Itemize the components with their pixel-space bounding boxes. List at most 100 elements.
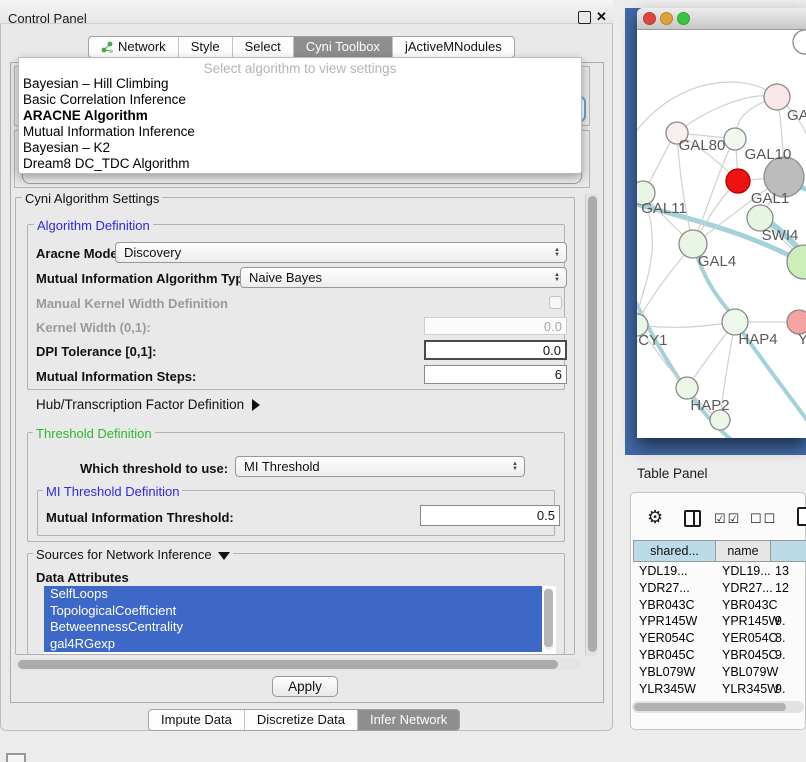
table-cell: YDR27...: [722, 580, 773, 597]
column-header-shared[interactable]: shared...: [633, 540, 716, 562]
table-panel-title: Table Panel: [637, 466, 708, 481]
tab-style[interactable]: Style: [179, 37, 233, 57]
apply-button[interactable]: Apply: [272, 676, 338, 697]
table-cell: YER054C: [639, 630, 695, 647]
tab-cyni-toolbox[interactable]: Cyni Toolbox: [294, 37, 393, 57]
dpi-tolerance-label: DPI Tolerance [0,1]:: [36, 344, 156, 359]
table-row[interactable]: YBR043C YBR043C: [632, 597, 806, 614]
float-window-icon[interactable]: [578, 11, 591, 24]
data-attributes-label: Data Attributes: [36, 570, 129, 585]
mi-threshold-title: MI Threshold Definition: [43, 484, 182, 499]
settings-horizontal-scrollbar[interactable]: [14, 658, 580, 671]
algorithm-option[interactable]: Bayesian – K2: [19, 140, 581, 156]
attribute-item[interactable]: SelfLoops: [44, 586, 542, 603]
manual-kernel-checkbox: [549, 296, 562, 309]
table-cell: 12: [775, 580, 789, 597]
table-cell: YDL19...: [639, 563, 688, 580]
network-window-titlebar[interactable]: [637, 8, 806, 30]
table-cell: YER054C: [722, 630, 778, 647]
manual-kernel-label: Manual Kernel Width Definition: [36, 296, 228, 311]
partial-top[interactable]: [793, 30, 806, 54]
gal1-node[interactable]: [726, 169, 750, 193]
table-cell: YLR345W: [639, 681, 696, 698]
table-row[interactable]: YDL19...YDL19...13: [632, 563, 806, 580]
gear-icon[interactable]: ⚙: [647, 507, 663, 528]
aracne-mode-combo[interactable]: Discovery ▲▼: [115, 242, 567, 263]
node-label: GAL10: [745, 146, 792, 163]
close-traffic-light[interactable]: [643, 12, 656, 25]
attributes-scrollbar[interactable]: [544, 588, 553, 650]
tab-jactivemnodules[interactable]: jActiveMNodules: [393, 37, 514, 57]
tab-network[interactable]: Network: [89, 37, 179, 57]
table-row[interactable]: YPR145WYPR145W9.: [632, 613, 806, 630]
node-label: GAL80: [679, 137, 726, 154]
control-panel-titlebar: [0, 0, 613, 24]
gal10-node[interactable]: [724, 128, 746, 150]
select-all-columns-icon[interactable]: ☑☑: [714, 511, 741, 527]
table-cell: 9.: [775, 681, 785, 698]
table-cell: YLR345W: [722, 681, 779, 698]
attribute-item[interactable]: TopologicalCoefficient: [44, 603, 542, 620]
tab-network-label: Network: [118, 37, 166, 57]
table-cell: YBR043C: [722, 597, 778, 614]
which-threshold-value: MI Threshold: [236, 459, 512, 474]
which-threshold-combo[interactable]: MI Threshold ▲▼: [235, 456, 525, 477]
settings-vertical-scrollbar[interactable]: [585, 194, 598, 656]
bottom-tabs: Impute Data Discretize Data Infer Networ…: [148, 709, 460, 731]
node-label: GAL1: [751, 190, 789, 207]
control-panel-tabs: Network Style Select Cyni Toolbox jActiv…: [88, 36, 515, 58]
table-row[interactable]: YIL052CYIL052C9: [632, 697, 806, 700]
table-cell: 8.: [775, 630, 785, 647]
table-row[interactable]: YBR045CYBR045C9.: [632, 647, 806, 664]
node-label: SWI4: [762, 227, 799, 244]
table-horizontal-scrollbar[interactable]: [632, 701, 804, 713]
algorithm-option[interactable]: Bayesian – Hill Climbing: [19, 76, 581, 92]
big-green-node[interactable]: [787, 245, 806, 279]
sources-toggle[interactable]: Sources for Network Inference: [33, 547, 233, 562]
algorithm-option[interactable]: Basic Correlation Inference: [19, 92, 581, 108]
column-header-partial[interactable]: [770, 540, 806, 562]
minimized-panel-icon[interactable]: [6, 753, 26, 762]
minimize-traffic-light[interactable]: [660, 12, 673, 25]
algorithm-option[interactable]: ARACNE Algorithm: [19, 108, 581, 124]
tab-impute-data[interactable]: Impute Data: [149, 710, 245, 730]
expand-right-icon: [252, 399, 260, 411]
table-cell: YBL079W: [639, 664, 695, 681]
algorithm-option[interactable]: Mutual Information Inference: [19, 124, 581, 140]
dpi-tolerance-field[interactable]: 0.0: [424, 340, 567, 360]
hub-definition-toggle[interactable]: Hub/Transcription Factor Definition: [36, 397, 260, 412]
control-panel-title: Control Panel: [8, 11, 87, 26]
column-header-name[interactable]: name: [715, 540, 771, 562]
table-rows: YDL19...YDL19...13YDR27...YDR27...12YBR0…: [632, 563, 806, 700]
table-row[interactable]: YLR345WYLR345W9.: [632, 681, 806, 698]
split-columns-icon[interactable]: [684, 510, 701, 527]
aracne-mode-value: Discovery: [116, 245, 554, 260]
table-cell: YBR045C: [639, 647, 695, 664]
algorithm-option[interactable]: Dream8 DC_TDC Algorithm: [19, 156, 581, 172]
node-label: GAL11: [641, 200, 687, 217]
mi-steps-field[interactable]: 6: [424, 365, 567, 384]
mi-type-combo[interactable]: Naive Bayes ▲▼: [240, 267, 567, 288]
tab-select[interactable]: Select: [233, 37, 294, 57]
mi-steps-label: Mutual Information Steps:: [36, 369, 196, 384]
table-row[interactable]: YER054CYER054C8.: [632, 630, 806, 647]
tab-infer-network[interactable]: Infer Network: [358, 710, 459, 730]
table-cell: YBR043C: [639, 597, 695, 614]
attribute-item[interactable]: BetweennessCentrality: [44, 619, 542, 636]
network-canvas[interactable]: GALGAL80GAL10GAL1GAL11SWI4GAL4GCY1HAP4YH…: [637, 30, 806, 438]
algorithm-dropdown-prompt: Select algorithm to view settings: [19, 58, 581, 76]
table-cell: YPR145W: [722, 613, 780, 630]
deselect-all-columns-icon[interactable]: ☐☐: [750, 511, 777, 527]
export-table-icon[interactable]: [797, 507, 806, 526]
table-row[interactable]: YBL079WYBL079W: [632, 664, 806, 681]
threshold-definition-title: Threshold Definition: [33, 426, 155, 441]
attribute-item[interactable]: gal4RGexp: [44, 636, 542, 653]
table-row[interactable]: YDR27...YDR27...12: [632, 580, 806, 597]
tab-discretize-data[interactable]: Discretize Data: [245, 710, 358, 730]
mi-threshold-field[interactable]: 0.5: [420, 505, 560, 526]
hap2-node[interactable]: [676, 377, 698, 399]
node-label: GAL: [787, 107, 806, 124]
algorithm-definition-title: Algorithm Definition: [34, 218, 153, 233]
zoom-traffic-light[interactable]: [677, 12, 690, 25]
close-icon[interactable]: ✕: [596, 9, 607, 25]
